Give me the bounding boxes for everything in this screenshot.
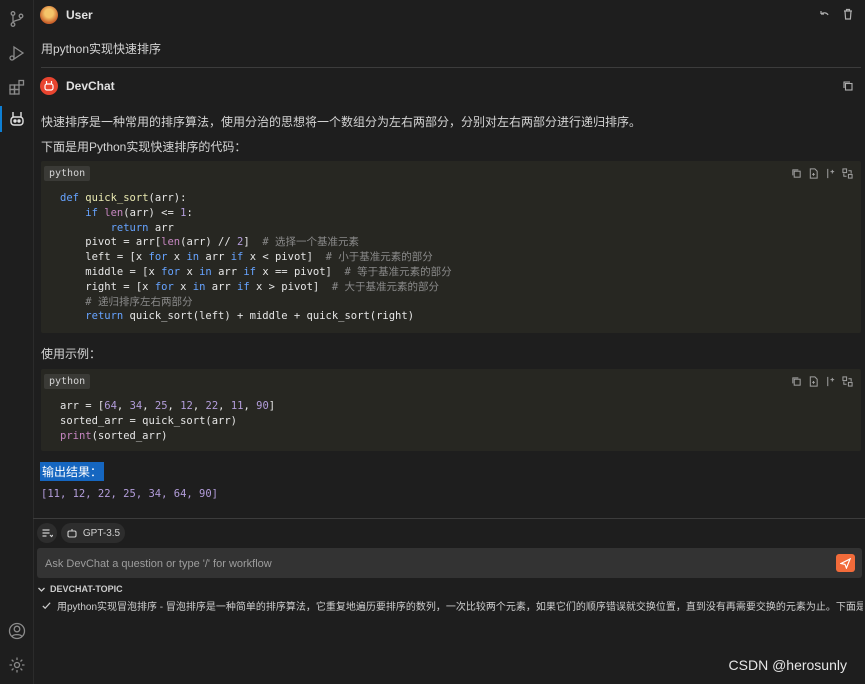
user-message-header: User — [40, 3, 93, 27]
message-divider — [41, 67, 861, 68]
settings-gear-icon[interactable] — [6, 654, 28, 676]
bot-name: DevChat — [66, 79, 115, 93]
chat-input-box — [37, 548, 862, 580]
delete-icon[interactable] — [842, 8, 854, 20]
code-content-quicksort: def quick_sort(arr): if len(arr) <= 1: r… — [60, 192, 452, 323]
devchat-avatar — [40, 77, 58, 95]
chat-input[interactable] — [37, 548, 837, 580]
topic-item-label: 用python实现冒泡排序 - ‍冒泡排序是一种简单的排序算法，它重复地遍历要排… — [57, 601, 863, 613]
account-icon[interactable] — [6, 620, 28, 642]
insert-code-icon[interactable] — [825, 376, 836, 387]
code-intro-text: 下面是用Python实现快速排序的代码： — [41, 140, 247, 154]
topic-section-header[interactable]: DEVCHAT-TOPIC — [37, 584, 123, 594]
send-icon — [840, 557, 851, 569]
watermark: CSDN @herosunly — [728, 657, 847, 673]
topic-header-label: DEVCHAT-TOPIC — [50, 584, 123, 594]
output-result: [11, 12, 22, 25, 34, 64, 90] — [41, 488, 219, 500]
copy-code-icon[interactable] — [791, 168, 802, 179]
model-select-button[interactable]: GPT-3.5 — [61, 523, 125, 543]
code-block-example: python arr = [64, 34, 25, 12, 22, 11, 90… — [41, 369, 861, 451]
apply-diff-icon[interactable] — [842, 376, 853, 387]
bot-intro-text: 快速排序是一种常用的排序算法，使用分治的思想将一个数组分为左右两部分，分别对左右… — [41, 115, 642, 129]
new-file-icon[interactable] — [808, 168, 819, 179]
context-menu-button[interactable] — [37, 523, 57, 543]
user-name: User — [66, 8, 93, 22]
activity-bar — [0, 0, 34, 684]
chevron-down-icon — [38, 587, 45, 592]
insert-code-icon[interactable] — [825, 168, 836, 179]
code-toolbar — [791, 168, 853, 179]
example-label: 使用示例： — [41, 347, 102, 361]
chat-panel: User 用python实现快速排序 DevChat 快速排序是一种常用的排序算… — [33, 0, 865, 684]
code-block-quicksort: python def quick_sort(arr): if len(arr) … — [41, 161, 861, 333]
source-control-icon[interactable] — [6, 8, 28, 30]
send-button[interactable] — [836, 554, 855, 572]
list-icon — [42, 529, 53, 538]
output-label-selected: 输出结果： — [40, 462, 105, 481]
copy-code-icon[interactable] — [791, 376, 802, 387]
apply-diff-icon[interactable] — [842, 168, 853, 179]
user-message-text: 用python实现快速排序 — [41, 42, 162, 56]
new-file-icon[interactable] — [808, 376, 819, 387]
undo-icon[interactable] — [818, 9, 830, 21]
topic-item[interactable]: 用python实现冒泡排序 - ‍冒泡排序是一种简单的排序算法，它重复地遍历要排… — [41, 598, 863, 612]
code-language-tag: python — [44, 374, 91, 389]
extensions-icon[interactable] — [6, 76, 28, 98]
devchat-icon[interactable] — [6, 108, 28, 130]
bot-message-header: DevChat — [40, 74, 115, 98]
model-label: GPT-3.5 — [82, 527, 121, 539]
robot-icon — [67, 529, 77, 538]
check-icon — [42, 601, 51, 609]
code-language-tag: python — [44, 166, 91, 181]
run-debug-icon[interactable] — [6, 42, 28, 64]
active-indicator — [0, 106, 2, 132]
code-toolbar — [791, 376, 853, 387]
user-avatar — [40, 6, 58, 24]
code-content-example: arr = [64, 34, 25, 12, 22, 11, 90] sorte… — [60, 400, 276, 442]
input-divider — [33, 518, 865, 519]
copy-message-icon[interactable] — [842, 80, 854, 92]
